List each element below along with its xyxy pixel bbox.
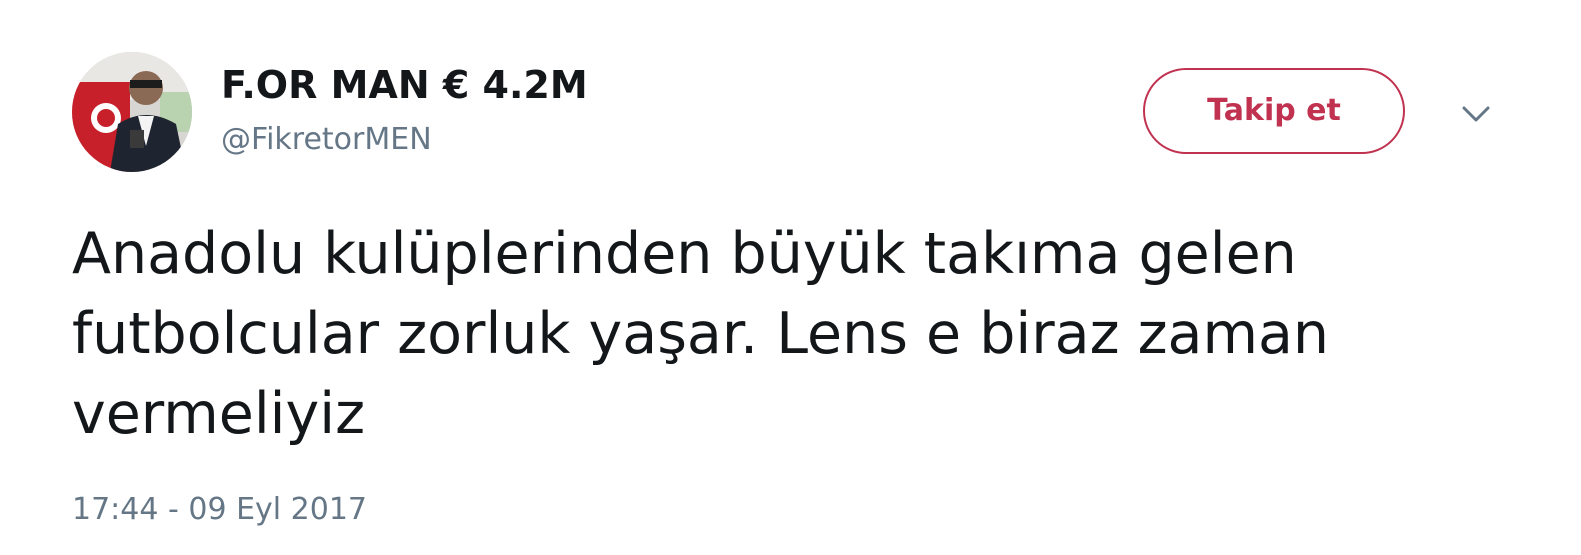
user-handle[interactable]: @FikretorMEN [221,121,432,159]
avatar[interactable] [72,52,192,172]
tweet-text-line: Anadolu kulüplerinden büyük takıma gelen [72,221,1297,287]
tweet-card: F.OR MAN € 4.2M @FikretorMEN Takip et An… [0,0,1581,555]
tweet-timestamp[interactable]: 17:44 - 09 Eyl 2017 [72,490,367,530]
chevron-down-icon[interactable] [1458,100,1494,130]
tweet-text-line: vermeliyiz [72,381,365,447]
display-name[interactable]: F.OR MAN € 4.2M [221,62,588,108]
tweet-text: Anadolu kulüplerinden büyük takıma gelen… [72,214,1522,454]
avatar-photo [72,52,192,172]
tweet-text-line: futbolcular zorluk yaşar. Lens e biraz z… [72,301,1330,367]
follow-button[interactable]: Takip et [1143,68,1405,154]
